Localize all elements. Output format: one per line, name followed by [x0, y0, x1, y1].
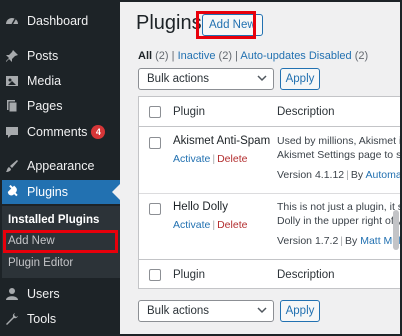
sidebar-item-appearance[interactable]: Appearance — [0, 154, 120, 178]
bulk-actions-select-top[interactable]: Bulk actions — [138, 68, 274, 90]
dashboard-icon — [5, 14, 19, 28]
plugin-version-line: Version 1.7.2|By Matt Mulle — [277, 235, 402, 247]
version-separator: | — [346, 169, 349, 181]
by-label: By — [345, 235, 358, 247]
action-separator: | — [212, 219, 216, 231]
filter-all[interactable]: All — [138, 50, 152, 62]
activate-link[interactable]: Activate — [173, 153, 210, 165]
description-line: Akismet Settings page to se — [277, 149, 402, 161]
page-title: Plugins — [136, 12, 202, 34]
sidebar-item-tools[interactable]: Tools — [0, 307, 120, 331]
action-separator: | — [212, 153, 216, 165]
comment-count-badge: 4 — [91, 125, 106, 139]
filter-autoupdates-disabled[interactable]: Auto-updates Disabled — [240, 50, 351, 62]
sidebar-item-users[interactable]: Users — [0, 282, 120, 306]
plugin-description: This is not just a plugin, it sy Dolly i… — [277, 200, 402, 228]
main-content: Plugins Add New All (2) | Inactive (2) |… — [120, 0, 402, 336]
current-menu-arrow — [112, 184, 120, 200]
chevron-down-icon — [257, 305, 267, 318]
select-all-checkbox[interactable] — [149, 106, 161, 118]
plugin-description: Used by millions, Akismet is Akismet Set… — [277, 134, 402, 162]
row-actions: Activate | Delete — [173, 153, 247, 165]
filter-autoupdates-count: (2) — [354, 50, 369, 62]
plug-icon — [5, 185, 19, 199]
row-checkbox[interactable] — [149, 137, 161, 149]
sidebar-item-plugins[interactable]: Plugins — [0, 180, 120, 204]
bulk-actions-value: Bulk actions — [147, 305, 210, 317]
row-checkbox[interactable] — [149, 203, 161, 215]
column-header-plugin[interactable]: Plugin — [173, 106, 205, 118]
table-header: Plugin Description — [139, 97, 402, 127]
user-icon — [5, 287, 19, 301]
plugin-version: Version 1.7.2 — [277, 235, 339, 247]
add-new-button-highlight — [196, 11, 256, 39]
plugin-name: Akismet Anti-Spam — [173, 135, 271, 147]
horizontal-scrollbar-thumb[interactable] — [393, 210, 399, 250]
table-footer: Plugin Description — [139, 259, 402, 288]
sidebar-item-label: Dashboard — [27, 14, 89, 28]
sidebar-item-label: Tools — [27, 312, 57, 326]
pin-icon — [5, 49, 19, 63]
row-divider — [139, 193, 402, 194]
add-new-submenu-highlight — [3, 230, 118, 253]
media-icon — [5, 74, 19, 88]
bulk-actions-value: Bulk actions — [147, 73, 210, 85]
admin-sidebar: Dashboard Posts Media Pages Comments 4 A… — [0, 0, 120, 336]
filter-inactive[interactable]: Inactive — [178, 50, 216, 62]
sidebar-item-label: Users — [27, 287, 60, 301]
filter-separator: | — [171, 50, 175, 62]
delete-link[interactable]: Delete — [217, 153, 247, 165]
sidebar-item-label: Comments — [27, 125, 88, 139]
row-actions: Activate | Delete — [173, 219, 247, 231]
apply-button-bottom[interactable]: Apply — [280, 300, 320, 322]
sidebar-item-label: Posts — [27, 49, 59, 63]
sidebar-item-media[interactable]: Media — [0, 69, 120, 93]
sidebar-item-pages[interactable]: Pages — [0, 94, 120, 118]
comment-icon — [5, 125, 19, 139]
plugin-version: Version 4.1.12 — [277, 169, 345, 181]
activate-link[interactable]: Activate — [173, 219, 210, 231]
description-line: Dolly in the upper right of yo — [277, 215, 402, 227]
plugin-version-line: Version 4.1.12|By Automattic — [277, 169, 402, 181]
description-line: This is not just a plugin, it sy — [277, 201, 402, 213]
sidebar-item-dashboard[interactable]: Dashboard — [0, 9, 120, 33]
chevron-down-icon — [257, 73, 267, 86]
select-all-checkbox-footer[interactable] — [149, 269, 161, 281]
brush-icon — [5, 159, 19, 173]
description-line: Used by millions, Akismet is — [277, 135, 402, 147]
pages-icon — [5, 99, 19, 113]
author-link[interactable]: Automattic — [365, 169, 402, 181]
column-header-description: Description — [277, 105, 335, 118]
table-row: Akismet Anti-Spam Activate | Delete Used b… — [139, 127, 402, 193]
plugins-table: Plugin Description Akismet Anti-Spam Act… — [138, 96, 402, 289]
column-footer-plugin[interactable]: Plugin — [173, 269, 205, 281]
filter-all-count: (2) — [155, 50, 169, 62]
wrench-icon — [5, 312, 19, 326]
table-row: Hello Dolly Activate | Delete This is not … — [139, 193, 402, 259]
apply-button-top[interactable]: Apply — [280, 68, 320, 90]
version-separator: | — [340, 235, 344, 247]
filter-inactive-count: (2) — [218, 50, 232, 62]
by-label: By — [350, 169, 364, 181]
sidebar-item-posts[interactable]: Posts — [0, 44, 120, 68]
filter-separator: | — [235, 50, 238, 62]
column-footer-description: Description — [277, 268, 335, 281]
delete-link[interactable]: Delete — [217, 219, 247, 231]
sidebar-item-comments[interactable]: Comments 4 — [0, 120, 120, 144]
plugin-status-filters: All (2) | Inactive (2) | Auto-updates Di… — [138, 50, 368, 62]
plugin-name: Hello Dolly — [173, 201, 228, 213]
bulk-actions-select-bottom[interactable]: Bulk actions — [138, 300, 274, 322]
sidebar-item-label: Media — [27, 74, 62, 88]
sidebar-item-label: Plugins — [27, 185, 68, 199]
submenu-plugin-editor[interactable]: Plugin Editor — [0, 253, 120, 273]
sidebar-item-label: Pages — [27, 99, 63, 113]
submenu-installed-plugins[interactable]: Installed Plugins — [0, 210, 120, 230]
sidebar-item-label: Appearance — [27, 159, 95, 173]
